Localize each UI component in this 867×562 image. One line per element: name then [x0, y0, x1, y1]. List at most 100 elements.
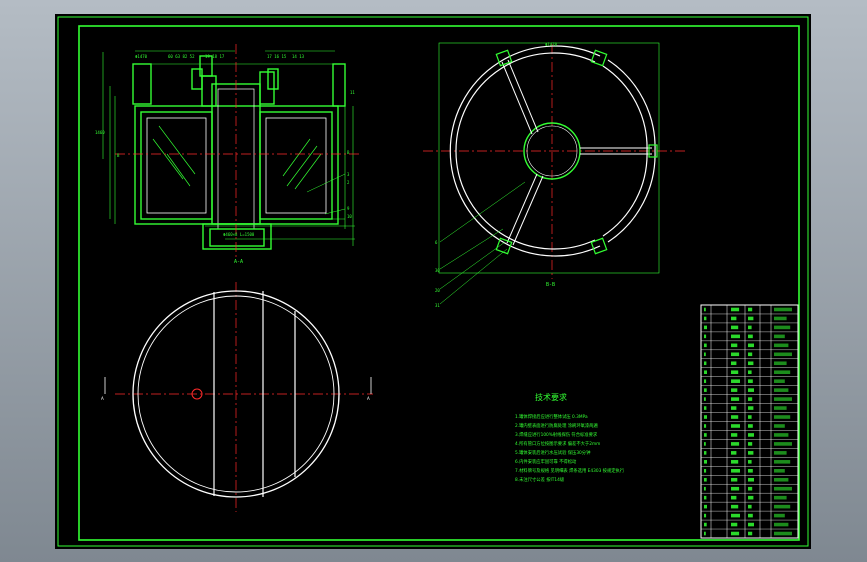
table-cell-glyph [704, 343, 707, 348]
table-cell-glyph [704, 397, 706, 401]
table-cell-glyph [704, 415, 707, 419]
table-cell-glyph [731, 513, 740, 518]
table-cell-glyph [731, 352, 740, 357]
table-cell-glyph [731, 379, 740, 383]
table-cell-glyph [774, 406, 787, 410]
table-cell-glyph [704, 424, 707, 428]
table-cell-glyph [748, 531, 753, 536]
table-cell-glyph [731, 531, 740, 536]
table-cell-glyph [704, 513, 707, 518]
table-cell-glyph [774, 316, 787, 321]
table-cell-glyph [731, 460, 739, 464]
table-cell-glyph [704, 406, 707, 410]
table-cell-glyph [731, 451, 737, 455]
top-view-circle: A A [101, 282, 373, 512]
svg-text:31: 31 [435, 303, 440, 308]
table-cell-glyph [748, 379, 753, 383]
table-cell-glyph [731, 433, 738, 437]
table-cell-glyph [774, 307, 792, 312]
tech-line: 4.所有管口方位按图示要求 偏差不大于2mm [515, 440, 600, 447]
table-cell-glyph [731, 334, 740, 339]
table-cell-glyph [704, 468, 707, 473]
table-cell-glyph [731, 442, 740, 446]
table-cell-glyph [731, 316, 737, 321]
table-cell-glyph [731, 468, 740, 473]
table-cell-glyph [748, 495, 754, 500]
table-cell-glyph [748, 442, 753, 446]
svg-text:2: 2 [347, 180, 350, 185]
table-cell-glyph [704, 307, 706, 312]
section-b-label: B-B [546, 282, 555, 288]
cad-drawing-canvas[interactable]: Φ1470 60 63 82 52 19 18 17 17 16 15 14 1… [55, 14, 811, 549]
parts-list-table [700, 304, 799, 539]
tech-line: 1.罐体焊接后应进行整体试压 0.3MPa [515, 413, 588, 420]
table-cell-glyph [731, 522, 738, 527]
table-cell-glyph [704, 522, 707, 527]
table-cell-glyph [748, 307, 753, 312]
table-cell-glyph [704, 495, 707, 500]
table-cell-glyph [731, 415, 739, 419]
svg-text:Φ1470: Φ1470 [135, 54, 148, 59]
table-cell-glyph [774, 334, 785, 339]
table-cell-glyph [704, 379, 707, 383]
table-cell-glyph [704, 370, 707, 375]
table-cell-glyph [731, 406, 737, 410]
table-cell-glyph [748, 522, 754, 527]
svg-text:9: 9 [347, 206, 350, 211]
svg-text:17 16 15: 17 16 15 [267, 54, 287, 59]
section-b-view: Φ1470 6 30 20 31 B-B [423, 42, 685, 308]
table-cell-glyph [774, 325, 791, 330]
svg-text:60 63 82 52: 60 63 82 52 [168, 54, 195, 59]
table-cell-glyph [731, 370, 739, 375]
table-cell-glyph [704, 361, 707, 366]
tech-requirements: 技术要求 1.罐体焊接后应进行整体试压 0.3MPa 2.罐内壁表面进行防腐处理… [515, 392, 625, 483]
table-cell-glyph [748, 397, 753, 401]
tech-line: 3.焊缝应进行100%射线探伤 符合标准要求 [515, 431, 598, 438]
tech-line: 7.材料牌号及规格 见明细表 焊条选用 E4303 按规定执行 [515, 467, 625, 474]
table-cell-glyph [748, 352, 753, 357]
table-cell-glyph [748, 513, 753, 518]
table-cell-glyph [748, 370, 752, 375]
table-cell-glyph [774, 442, 792, 446]
table-cell-glyph [731, 307, 740, 312]
table-cell-glyph [704, 316, 707, 321]
table-cell-glyph [748, 468, 753, 473]
table-cell-glyph [704, 477, 707, 482]
svg-text:Φ460×8 L=1500: Φ460×8 L=1500 [223, 232, 255, 237]
table-cell-glyph [748, 361, 754, 366]
table-cell-glyph [731, 504, 739, 509]
table-cell-glyph [748, 415, 752, 419]
table-cell-glyph [748, 388, 754, 392]
svg-text:14 13: 14 13 [292, 54, 305, 59]
table-cell-glyph [774, 513, 785, 518]
table-cell-glyph [774, 477, 789, 482]
table-cell-glyph [774, 388, 789, 392]
cut-mark-right: A [367, 396, 370, 401]
table-cell-glyph [748, 460, 752, 464]
tech-line: 6.内件安装应牢固可靠 不得松动 [515, 458, 577, 465]
drawing-svg: Φ1470 60 63 82 52 19 18 17 17 16 15 14 1… [57, 16, 809, 547]
section-a-label: A-A [234, 259, 243, 265]
table-cell-glyph [774, 361, 787, 366]
table-cell-glyph [748, 325, 752, 330]
table-cell-glyph [774, 415, 791, 419]
table-cell-glyph [731, 486, 740, 491]
tech-requirements-title: 技术要求 [535, 392, 567, 402]
table-cell-glyph [704, 433, 707, 437]
table-cell-glyph [774, 531, 792, 536]
table-cell-glyph [774, 424, 785, 428]
table-cell-glyph [731, 388, 738, 392]
table-cell-glyph [748, 433, 754, 437]
table-cell-glyph [748, 316, 754, 321]
svg-text:Φ1470: Φ1470 [545, 42, 558, 47]
table-cell-glyph [704, 334, 707, 339]
table-cell-glyph [774, 468, 785, 473]
table-cell-glyph [774, 486, 792, 491]
table-cell-glyph [704, 352, 706, 357]
svg-text:3: 3 [347, 172, 350, 177]
table-cell-glyph [748, 477, 754, 482]
svg-text:30: 30 [435, 268, 440, 273]
tech-line: 5.罐体安装后进行水压试验 保压30分钟 [515, 449, 591, 456]
cut-mark-left: A [101, 396, 104, 401]
svg-text:6: 6 [435, 240, 438, 245]
